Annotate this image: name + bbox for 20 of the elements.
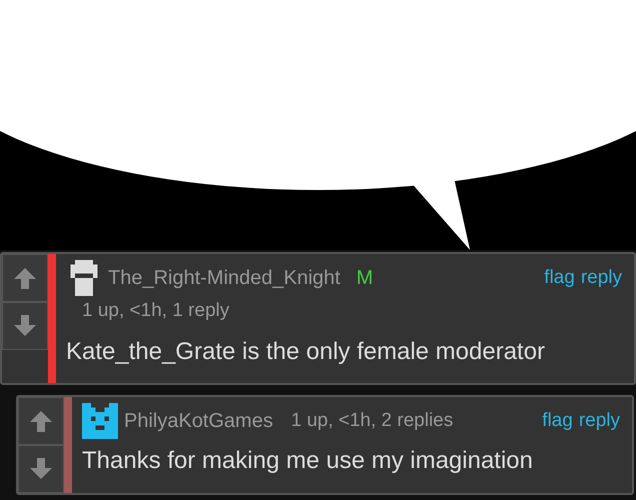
upvote-button[interactable] xyxy=(2,254,48,302)
up-arrow-icon xyxy=(13,266,37,290)
down-arrow-icon xyxy=(13,314,37,338)
downvote-button[interactable] xyxy=(18,445,64,493)
upvote-button[interactable] xyxy=(18,397,64,445)
comment-action-link[interactable]: flag xyxy=(542,410,573,432)
comment-text: Kate_the_Grate is the only female moderator xyxy=(66,338,546,366)
comment-text: Thanks for making me use my imagination xyxy=(82,447,534,475)
down-arrow-icon xyxy=(29,457,53,481)
comment-meta: 1 up, <1h, 2 replies xyxy=(290,410,454,432)
avatar-icon xyxy=(82,403,118,439)
downvote-button[interactable] xyxy=(2,302,48,350)
comment-action-link[interactable]: reply xyxy=(580,267,622,289)
comment-action-link[interactable]: reply xyxy=(578,410,620,432)
comment-action-link[interactable]: flag xyxy=(544,267,575,289)
up-arrow-icon xyxy=(29,409,53,433)
username[interactable]: The_Right-Minded_Knight xyxy=(108,266,340,290)
username[interactable]: PhilyaKotGames xyxy=(124,410,273,432)
comment-meta: 1 up, <1h, 1 reply xyxy=(81,300,230,322)
moderator-label: M xyxy=(356,266,374,290)
